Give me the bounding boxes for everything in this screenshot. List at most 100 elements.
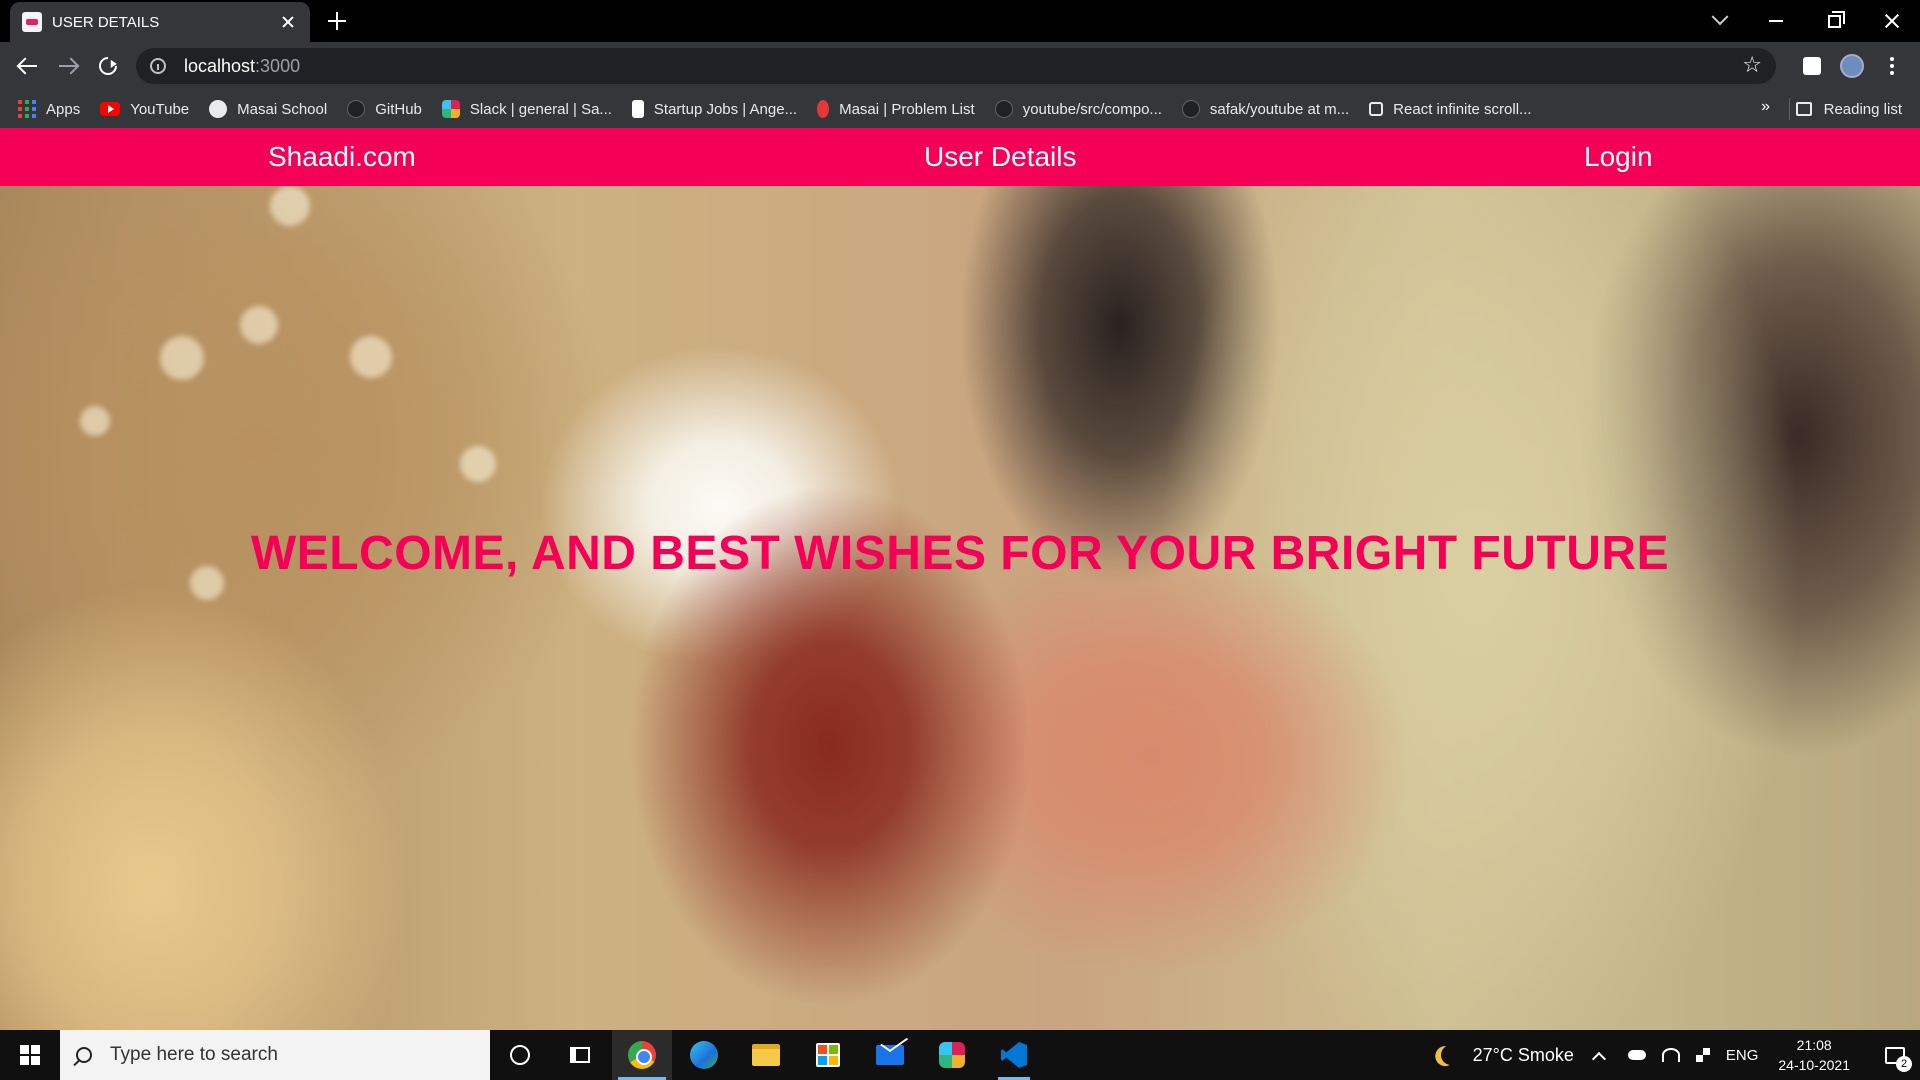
welcome-heading: WELCOME, AND BEST WISHES FOR YOUR BRIGHT…	[250, 527, 1670, 580]
slack-tray-icon[interactable]	[1695, 1048, 1710, 1062]
restore-window-button[interactable]	[1806, 0, 1862, 42]
github-icon	[1181, 100, 1200, 118]
taskbar-mail[interactable]	[860, 1030, 920, 1080]
tab-search-chevron-down-icon[interactable]	[1692, 0, 1748, 42]
taskbar-clock[interactable]: 21:08 24-10-2021	[1778, 1035, 1850, 1075]
moon-weather-icon	[1438, 1042, 1464, 1068]
bookmark-startup-jobs[interactable]: Startup Jobs | Ange...	[631, 95, 798, 123]
weather-widget[interactable]: 27°C Smoke	[1441, 1045, 1574, 1066]
close-tab-icon[interactable]	[278, 12, 298, 32]
slack-icon	[441, 100, 460, 118]
system-tray: 27°C Smoke ENG 21:08 24-10-2021 2	[1441, 1030, 1920, 1080]
bookmark-label: Slack | general | Sa...	[469, 100, 612, 118]
page-viewport: Shaadi.com User Details Login WELCOME, A…	[0, 128, 1920, 1030]
input-language[interactable]: ENG	[1726, 1047, 1759, 1064]
tab-strip: USER DETAILS	[0, 0, 1920, 42]
action-center-button[interactable]: 2	[1870, 1030, 1920, 1080]
youtube-icon	[100, 102, 121, 116]
bokeh-light	[160, 336, 204, 380]
show-hidden-icons-caret-icon[interactable]	[1591, 1048, 1612, 1067]
clock-date: 24-10-2021	[1778, 1057, 1850, 1073]
bookmark-star-icon[interactable]: ☆	[1742, 54, 1762, 76]
taskbar-search-box[interactable]: Type here to search	[60, 1030, 490, 1080]
browser-tab-active[interactable]: USER DETAILS	[10, 2, 310, 42]
mail-icon	[876, 1045, 904, 1065]
brand-link[interactable]: Shaadi.com	[268, 128, 416, 186]
address-bar[interactable]: localhost:3000 ☆	[136, 48, 1776, 84]
apps-grid-icon	[18, 100, 36, 118]
edge-icon	[690, 1041, 718, 1069]
task-view-button[interactable]	[550, 1030, 610, 1080]
taskbar-store[interactable]	[798, 1030, 858, 1080]
bookmark-slack[interactable]: Slack | general | Sa...	[441, 95, 612, 123]
bookmark-masai-problem-list[interactable]: Masai | Problem List	[817, 95, 975, 123]
clock-time: 21:08	[1796, 1037, 1832, 1053]
cortana-button[interactable]	[490, 1030, 550, 1080]
chrome-icon	[628, 1041, 656, 1069]
bookmark-github[interactable]: GitHub	[347, 95, 422, 123]
bookmark-label: React infinite scroll...	[1393, 100, 1532, 118]
bookmark-label: safak/youtube at m...	[1209, 100, 1350, 118]
bookmark-label: YouTube	[130, 100, 190, 118]
profile-avatar[interactable]	[1838, 52, 1866, 80]
bookmark-label: GitHub	[375, 100, 422, 118]
login-link[interactable]: Login	[1584, 128, 1653, 186]
back-button[interactable]	[14, 52, 42, 80]
folder-icon	[752, 1044, 780, 1066]
search-placeholder: Type here to search	[110, 1044, 278, 1065]
task-view-icon	[570, 1047, 590, 1063]
bokeh-light	[270, 186, 310, 226]
browser-toolbar: localhost:3000 ☆	[0, 42, 1920, 90]
site-info-icon[interactable]	[150, 58, 166, 74]
url-host: localhost	[184, 55, 256, 76]
codesandbox-icon	[1369, 102, 1384, 116]
bookmark-safak-youtube[interactable]: safak/youtube at m...	[1181, 95, 1350, 123]
taskbar-slack[interactable]	[922, 1030, 982, 1080]
bookmarks-divider	[1789, 98, 1790, 120]
bookmark-react-infinite-scroll[interactable]: React infinite scroll...	[1369, 95, 1532, 123]
bookmark-label: Masai | Problem List	[839, 100, 975, 118]
forward-arrow-icon	[59, 65, 77, 67]
more-bookmarks-icon[interactable]: »	[1761, 98, 1770, 116]
taskbar-vscode[interactable]	[984, 1030, 1044, 1080]
extensions-puzzle-icon[interactable]	[1798, 52, 1826, 80]
search-icon	[76, 1047, 92, 1063]
weather-text: 27°C Smoke	[1472, 1044, 1574, 1065]
reload-button[interactable]	[94, 52, 122, 80]
wifi-icon[interactable]	[1661, 1048, 1680, 1062]
url-port: :3000	[255, 55, 301, 76]
bokeh-light	[80, 406, 110, 436]
bookmark-apps[interactable]: Apps	[18, 95, 80, 123]
angellist-icon	[631, 100, 644, 118]
hero-wedding-hands-image: WELCOME, AND BEST WISHES FOR YOUR BRIGHT…	[0, 186, 1920, 1030]
new-tab-icon[interactable]	[326, 10, 348, 32]
bookmark-label: Startup Jobs | Ange...	[653, 100, 798, 118]
reading-list-button[interactable]: Reading list	[1795, 90, 1902, 128]
masai-school-icon	[209, 100, 228, 118]
masai-icon	[817, 100, 830, 118]
bookmark-masai-school[interactable]: Masai School	[209, 95, 327, 123]
forward-button[interactable]	[54, 52, 82, 80]
taskbar-file-explorer[interactable]	[736, 1030, 796, 1080]
github-icon	[994, 100, 1013, 118]
bookmark-youtube-src[interactable]: youtube/src/compo...	[994, 95, 1162, 123]
user-details-link[interactable]: User Details	[924, 128, 1076, 186]
slack-icon	[939, 1042, 965, 1068]
start-button[interactable]	[0, 1030, 60, 1080]
taskbar-edge[interactable]	[674, 1030, 734, 1080]
close-window-button[interactable]	[1864, 0, 1920, 42]
browser-menu-kebab-icon[interactable]	[1878, 52, 1906, 80]
windows-logo-icon	[20, 1045, 40, 1065]
site-navbar: Shaadi.com User Details Login	[0, 128, 1920, 186]
cortana-circle-icon	[510, 1045, 530, 1065]
onedrive-cloud-icon[interactable]	[1627, 1050, 1646, 1060]
minimize-window-button[interactable]	[1748, 0, 1804, 42]
bokeh-light	[240, 306, 278, 344]
bookmark-youtube[interactable]: YouTube	[100, 95, 189, 123]
site-favicon-icon	[22, 12, 42, 32]
taskbar-chrome[interactable]	[612, 1030, 672, 1080]
bokeh-light	[350, 336, 392, 378]
bokeh-light	[460, 446, 496, 482]
store-icon	[816, 1043, 840, 1067]
tab-title: USER DETAILS	[52, 13, 160, 31]
